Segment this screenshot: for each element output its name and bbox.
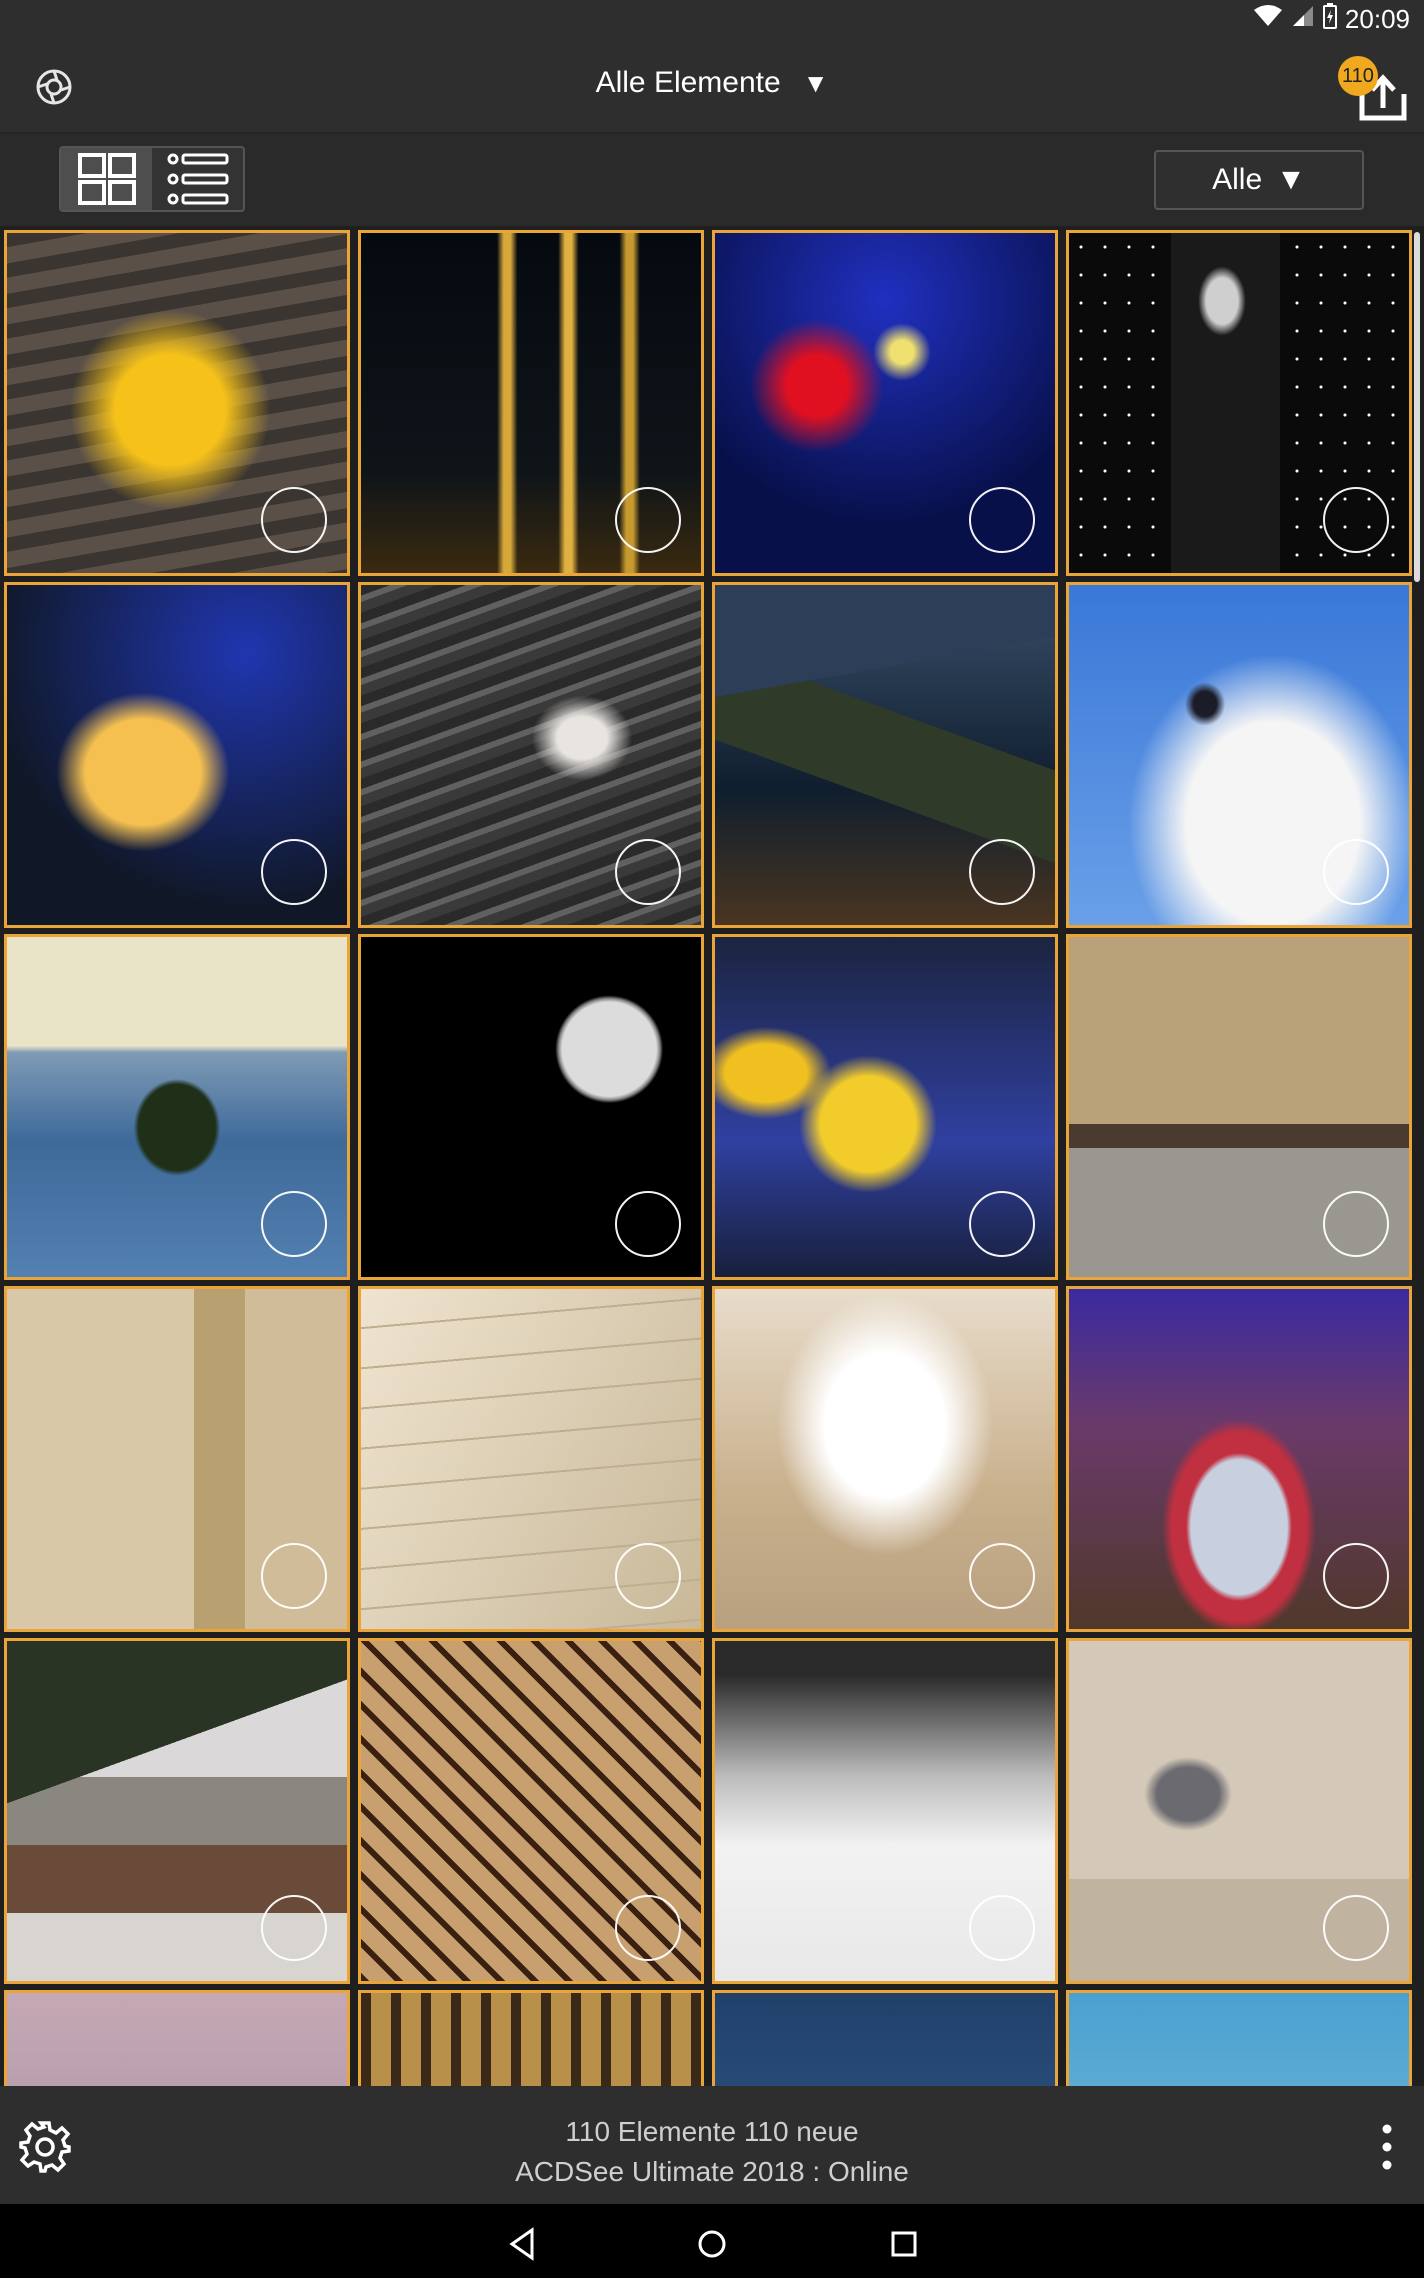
photo-tile[interactable] [712,230,1058,576]
status-bar: 20:09 [0,0,1424,38]
photo-tile[interactable] [1066,1990,1412,2086]
battery-icon [1322,2,1337,36]
select-checkbox[interactable] [1323,839,1389,905]
view-toolbar: Alle ▼ [0,134,1424,226]
photo-tile[interactable] [712,582,1058,928]
select-checkbox[interactable] [969,487,1035,553]
photo-tile[interactable] [1066,934,1412,1280]
view-toggle [59,146,245,212]
back-button[interactable] [502,2224,542,2264]
select-checkbox[interactable] [1323,1895,1389,1961]
photo-tile[interactable] [1066,582,1412,928]
photo-tile[interactable] [1066,1638,1412,1984]
system-nav-bar [0,2204,1424,2278]
photo-tile[interactable] [1066,230,1412,576]
photo-thumbnail [7,1993,347,2086]
select-checkbox[interactable] [615,1543,681,1609]
filter-dropdown[interactable]: Alle ▼ [1154,150,1364,210]
bottom-status-bar: 110 Elemente 110 neue ACDSee Ultimate 20… [0,2086,1424,2204]
photo-thumbnail [1069,1993,1409,2086]
chevron-down-icon: ▼ [802,68,829,98]
photo-tile[interactable] [1066,1286,1412,1632]
library-info: 110 Elemente 110 neue ACDSee Ultimate 20… [0,2112,1424,2192]
select-checkbox[interactable] [1323,487,1389,553]
photo-tile[interactable] [712,1990,1058,2086]
photo-tile[interactable] [712,1638,1058,1984]
select-checkbox[interactable] [969,1895,1035,1961]
cell-signal-icon [1291,4,1315,35]
photo-tile[interactable] [358,934,704,1280]
filter-label: Alle [1212,163,1263,196]
source-dropdown[interactable]: Alle Elemente ▼ [0,66,1424,100]
connection-label: ACDSee Ultimate 2018 : Online [515,2156,909,2187]
photo-grid[interactable] [0,226,1424,2086]
select-checkbox[interactable] [261,1895,327,1961]
grid-view-button[interactable] [61,148,152,210]
photo-tile[interactable] [4,934,350,1280]
select-checkbox[interactable] [969,839,1035,905]
select-checkbox[interactable] [615,1191,681,1257]
wifi-icon [1253,4,1283,35]
more-vert-icon [1382,2124,1392,2170]
chevron-down-icon: ▼ [1276,163,1306,196]
photo-tile[interactable] [4,1990,350,2086]
select-checkbox[interactable] [615,839,681,905]
photo-tile[interactable] [358,1286,704,1632]
photo-thumbnail [361,1993,701,2086]
export-count-badge: 110 [1338,56,1378,96]
status-time: 20:09 [1344,3,1410,34]
select-checkbox[interactable] [261,487,327,553]
header-title-label: Alle Elemente [595,66,781,99]
select-checkbox[interactable] [261,1543,327,1609]
home-button[interactable] [692,2224,732,2264]
photo-thumbnail [715,1993,1055,2086]
list-view-button[interactable] [152,148,243,210]
select-checkbox[interactable] [615,1895,681,1961]
select-checkbox[interactable] [261,1191,327,1257]
item-count-label: 110 Elemente 110 neue [565,2116,859,2147]
grid-view-icon [77,153,136,205]
scrollbar[interactable] [1414,232,1420,582]
recents-button[interactable] [884,2224,924,2264]
home-icon [698,2230,726,2258]
more-options-button[interactable] [1372,2120,1402,2174]
app-root: 20:09 Alle Elemente ▼ 110 Alle ▼ 110 Ele… [0,0,1424,2278]
photo-tile[interactable] [358,1638,704,1984]
select-checkbox[interactable] [1323,1191,1389,1257]
photo-tile[interactable] [358,582,704,928]
select-checkbox[interactable] [969,1191,1035,1257]
export-button[interactable]: 110 [1336,56,1408,128]
photo-tile[interactable] [712,1286,1058,1632]
photo-tile[interactable] [4,582,350,928]
app-header: Alle Elemente ▼ 110 [0,38,1424,134]
select-checkbox[interactable] [615,487,681,553]
photo-tile[interactable] [358,1990,704,2086]
photo-tile[interactable] [358,230,704,576]
recents-icon [891,2231,917,2257]
select-checkbox[interactable] [969,1543,1035,1609]
photo-tile[interactable] [4,1638,350,1984]
photo-tile[interactable] [4,230,350,576]
list-view-icon [167,153,228,205]
photo-tile[interactable] [4,1286,350,1632]
select-checkbox[interactable] [261,839,327,905]
photo-tile[interactable] [712,934,1058,1280]
back-icon [509,2227,534,2261]
select-checkbox[interactable] [1323,1543,1389,1609]
status-icons: 20:09 [1253,2,1410,36]
